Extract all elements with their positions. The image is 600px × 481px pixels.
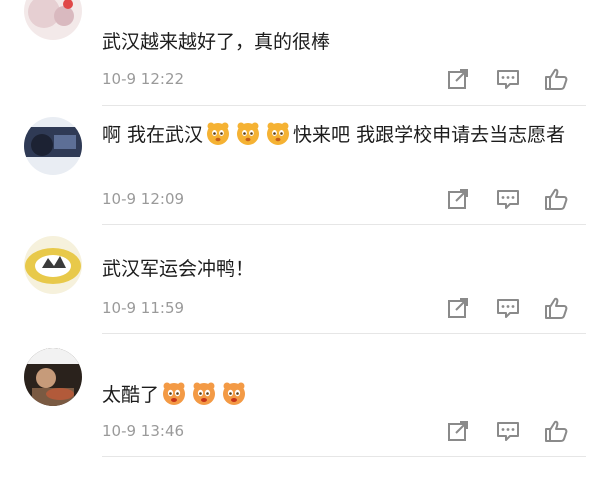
comment-icon [497,190,519,209]
divider [102,105,586,106]
comment-time: 10-9 11:59 [102,299,185,317]
comment-time: 10-9 13:46 [102,422,185,440]
share-icon [448,69,468,89]
share-icon [448,421,468,441]
comment-time: 10-9 12:22 [102,70,185,88]
divider [102,224,586,225]
comment-actions [445,186,570,214]
thumbs-up-icon [545,188,568,210]
like-button[interactable] [543,66,569,92]
comment-text-part: 武汉越来越好了，真的很棒 [102,31,331,53]
avatar[interactable] [24,236,82,294]
share-button[interactable] [445,295,471,321]
share-icon [448,189,468,209]
comment-actions [445,418,570,446]
comment-text: 太酷了 [102,380,572,409]
comment-actions [445,295,570,323]
comment-text-part: 快来吧 我跟学校申请去当志愿者 [293,124,566,146]
comment-text: 武汉军运会冲鸭！ [102,255,572,283]
comment-actions [445,66,570,94]
reply-button[interactable] [495,418,521,444]
divider [102,456,586,457]
emoji-face-icon [237,122,260,145]
comment-text-part: 啊 我在武汉 [102,124,204,146]
comment-time: 10-9 12:09 [102,190,185,208]
like-button[interactable] [543,295,569,321]
comment-text-part: 太酷了 [102,384,160,406]
emoji-face-icon [267,122,290,145]
reply-button[interactable] [495,295,521,321]
comment-text: 啊 我在武汉 快来吧 我跟学校申请去当志愿者 [102,120,572,149]
reply-button[interactable] [495,186,521,212]
share-button[interactable] [445,418,471,444]
share-button[interactable] [445,186,471,212]
share-icon [448,298,468,318]
avatar[interactable] [24,117,82,175]
like-button[interactable] [543,186,569,212]
comment-icon [497,70,519,89]
thumbs-up-icon [545,420,568,442]
emoji-face-icon [207,122,230,145]
comment-text-part: 武汉军运会冲鸭！ [102,258,255,280]
divider [102,333,586,334]
comment-icon [497,299,519,318]
reply-button[interactable] [495,66,521,92]
like-button[interactable] [543,418,569,444]
emoji-face-icon [223,382,246,405]
comment-icon [497,422,519,441]
comment-text: 武汉越来越好了，真的很棒 [102,28,572,56]
emoji-face-icon [193,382,216,405]
avatar[interactable] [24,348,82,406]
emoji-face-icon [163,382,186,405]
share-button[interactable] [445,66,471,92]
avatar[interactable] [24,0,82,40]
thumbs-up-icon [545,297,568,319]
thumbs-up-icon [545,68,568,90]
